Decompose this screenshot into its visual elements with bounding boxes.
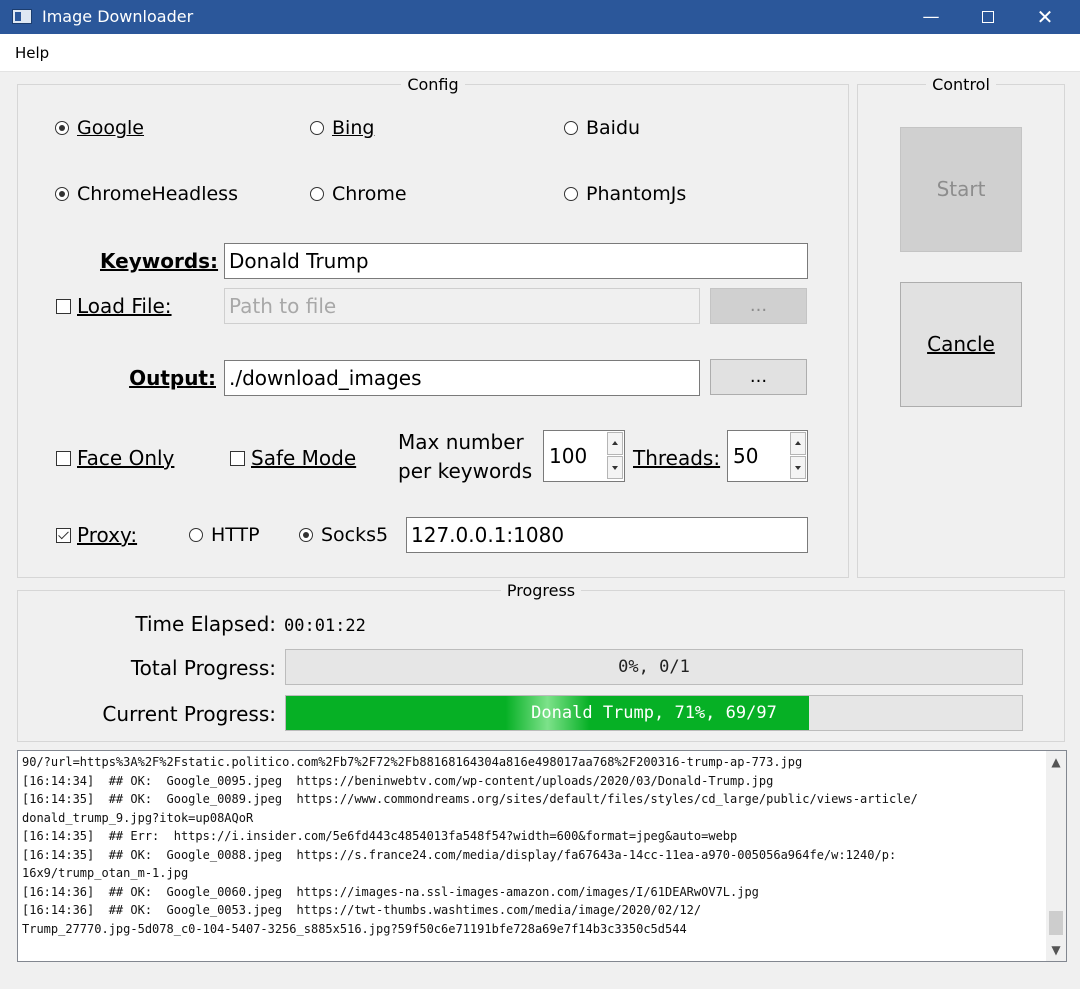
window-title: Image Downloader [42,7,194,26]
log-output[interactable]: 90/?url=https%3A%2F%2Fstatic.politico.co… [17,750,1067,962]
log-line: [16:14:36] ## OK: Google_0053.jpeg https… [22,903,702,917]
cancel-button[interactable]: Cancle [900,282,1022,407]
checkbox-unchecked-icon [56,450,71,466]
load-file-checkbox[interactable]: Load File: [56,293,172,319]
output-input[interactable]: ./download_images [224,360,700,396]
proxy-http-label: HTTP [211,524,260,546]
log-lines: 90/?url=https%3A%2F%2Fstatic.politico.co… [22,753,1044,938]
scroll-thumb[interactable] [1049,911,1063,935]
current-progress-text: Donald Trump, 71%, 69/97 [531,703,777,723]
browse-file-button[interactable]: ... [710,288,807,324]
radio-selected-icon [55,121,69,135]
log-line: donald_trump_9.jpg?itok=up08AQoR [22,810,254,825]
log-line: [16:14:35] ## Err: https://i.insider.com… [22,829,738,843]
threads-value: 50 [733,444,759,468]
time-elapsed-value: 00:01:22 [284,616,366,636]
safe-mode-label: Safe Mode [251,446,357,470]
face-only-checkbox[interactable]: Face Only [56,445,174,471]
driver-phantomjs-label: PhantomJs [586,183,687,205]
safe-mode-checkbox[interactable]: Safe Mode [230,445,356,471]
log-line: [16:14:35] ## OK: Google_0089.jpeg https… [22,792,918,806]
proxy-label: Proxy: [77,523,138,547]
max-number-label: Max number per keywords [398,430,533,483]
spin-down-arrow-icon[interactable] [790,456,806,479]
menu-help[interactable]: Help [15,44,49,62]
log-scrollbar[interactable]: ▲ ▼ [1046,751,1066,961]
close-button[interactable]: ✕ [1022,0,1068,34]
engine-bing-radio[interactable]: Bing [310,115,374,141]
current-progress-bar: Donald Trump, 71%, 69/97 [285,695,1023,731]
max-number-spinbox[interactable]: 100 [543,430,625,482]
total-progress-label: Total Progress: [130,656,276,680]
scroll-up-arrow-icon[interactable]: ▲ [1046,751,1066,773]
radio-selected-icon [55,187,69,201]
minimize-button[interactable]: — [908,0,954,34]
log-line: Trump_27770.jpg-5d078_c0-104-5407-3256_s… [22,921,687,936]
maximize-button[interactable] [965,0,1011,34]
cancel-button-label: Cancle [927,332,995,356]
threads-spinbox[interactable]: 50 [727,430,808,482]
time-elapsed-label: Time Elapsed: [135,612,276,636]
checkbox-unchecked-icon [56,298,71,314]
driver-chrome-label: Chrome [332,183,407,205]
proxy-socks5-label: Socks5 [321,524,389,546]
proxy-address-input[interactable]: 127.0.0.1:1080 [406,517,808,553]
proxy-socks5-radio[interactable]: Socks5 [299,522,388,548]
maximize-icon [982,11,994,23]
engine-baidu-radio[interactable]: Baidu [564,115,640,141]
spin-up-arrow-icon[interactable] [790,432,806,455]
proxy-checkbox[interactable]: Proxy: [56,522,137,548]
log-line: 90/?url=https%3A%2F%2Fstatic.politico.co… [22,755,803,769]
keywords-input[interactable]: Donald Trump [224,243,808,279]
menu-bar: Help [0,34,1080,72]
radio-unselected-icon [564,187,578,201]
output-label: Output: [129,366,216,390]
browse-output-button[interactable]: ... [710,359,807,395]
total-progress-text: 0%, 0/1 [618,657,690,677]
radio-unselected-icon [189,528,203,542]
load-file-label: Load File: [77,294,172,318]
radio-unselected-icon [564,121,578,135]
keywords-label: Keywords: [100,249,219,273]
radio-selected-icon [299,528,313,542]
driver-chromeheadless-label: ChromeHeadless [77,183,238,205]
spin-down-arrow-icon[interactable] [607,456,623,479]
driver-chrome-radio[interactable]: Chrome [310,181,407,207]
checkbox-unchecked-icon [230,450,245,466]
checkbox-checked-icon [56,527,71,543]
face-only-label: Face Only [77,446,175,470]
radio-unselected-icon [310,187,324,201]
app-window-icon [12,9,32,24]
title-bar: Image Downloader — ✕ [0,0,1080,34]
spin-up-arrow-icon[interactable] [607,432,623,455]
log-line: [16:14:34] ## OK: Google_0095.jpeg https… [22,773,774,788]
file-path-input[interactable]: Path to file [224,288,700,324]
log-line: [16:14:36] ## OK: Google_0060.jpeg https… [22,884,759,899]
current-progress-label: Current Progress: [102,702,276,726]
config-group-title: Config [401,75,465,94]
config-group: Config [17,75,849,578]
start-button[interactable]: Start [900,127,1022,252]
max-number-value: 100 [549,444,588,468]
engine-google-radio[interactable]: Google [55,115,144,141]
engine-bing-label: Bing [332,117,375,139]
log-line: [16:14:35] ## OK: Google_0088.jpeg https… [22,847,897,862]
engine-google-label: Google [77,117,145,139]
radio-unselected-icon [310,121,324,135]
log-line: 16x9/trump_otan_m-1.jpg [22,866,189,880]
total-progress-bar: 0%, 0/1 [285,649,1023,685]
progress-group-title: Progress [500,581,582,600]
control-group-title: Control [926,75,996,94]
driver-phantomjs-radio[interactable]: PhantomJs [564,181,686,207]
threads-label: Threads: [633,446,721,470]
driver-chromeheadless-radio[interactable]: ChromeHeadless [55,181,238,207]
proxy-http-radio[interactable]: HTTP [189,522,260,548]
engine-baidu-label: Baidu [586,117,641,139]
scroll-down-arrow-icon[interactable]: ▼ [1046,939,1066,961]
